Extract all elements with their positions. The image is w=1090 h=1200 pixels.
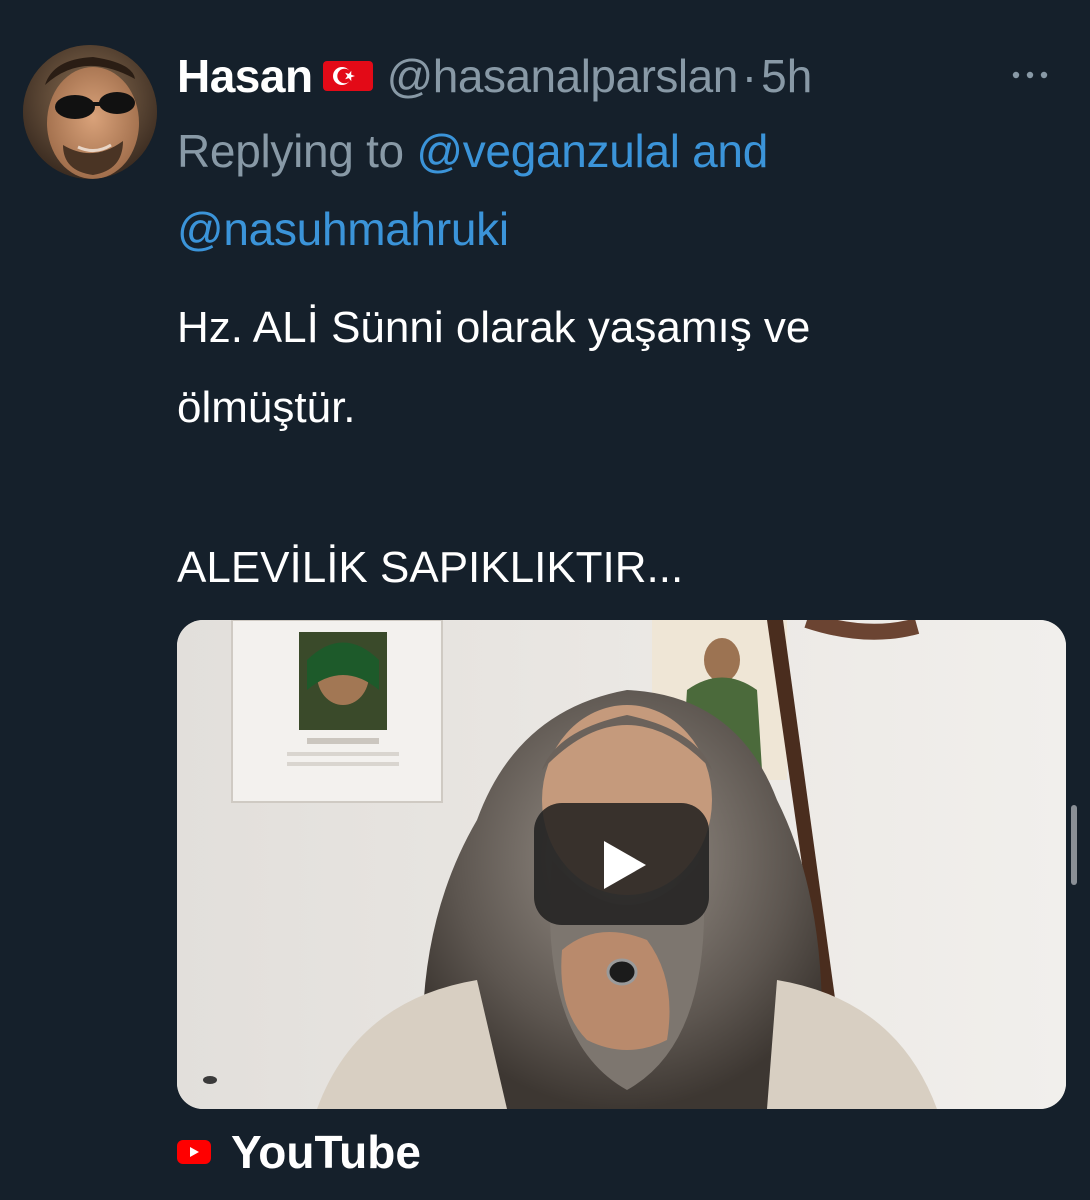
tweet-body: Hasan @hasanalparslan · 5h Replying to @… [177,44,1060,608]
tweet-text-line: Hz. ALİ Sünni olarak yaşamış ve [177,303,811,352]
replying-to-label: Replying to [177,125,417,177]
scrollbar[interactable] [1071,805,1077,885]
play-icon[interactable] [534,803,709,925]
tweet-text-line: ölmüştür. [177,383,356,432]
reply-and-label: and [679,125,769,177]
author-handle[interactable]: @hasanalparslan [387,49,739,103]
reply-mention-nasuhmahruki[interactable]: @nasuhmahruki [177,203,509,255]
reply-mention-veganzulal[interactable]: @veganzulal [416,125,680,177]
tweet-text-line: ALEVİLİK SAPIKLIKTIR... [177,543,684,592]
more-horizontal-icon[interactable] [1000,60,1060,90]
youtube-icon [177,1140,211,1164]
link-source-label: YouTube [231,1126,421,1178]
tweet[interactable]: Hasan @hasanalparslan · 5h Replying to @… [0,0,1090,1200]
avatar[interactable] [23,45,157,179]
replying-to: Replying to @veganzulal and @nasuhmahruk… [177,112,1060,268]
author-name[interactable]: Hasan [177,49,313,103]
link-source[interactable]: YouTube [177,1125,421,1179]
separator-dot: · [741,50,758,102]
video-thumbnail[interactable] [177,620,1066,1109]
tweet-text: Hz. ALİ Sünni olarak yaşamış ve ölmüştür… [177,288,1060,608]
flag-turkey-icon [322,59,373,93]
tweet-header: Hasan @hasanalparslan · 5h [177,44,1060,108]
avatar-image [23,45,157,179]
tweet-timestamp[interactable]: 5h [761,49,812,103]
